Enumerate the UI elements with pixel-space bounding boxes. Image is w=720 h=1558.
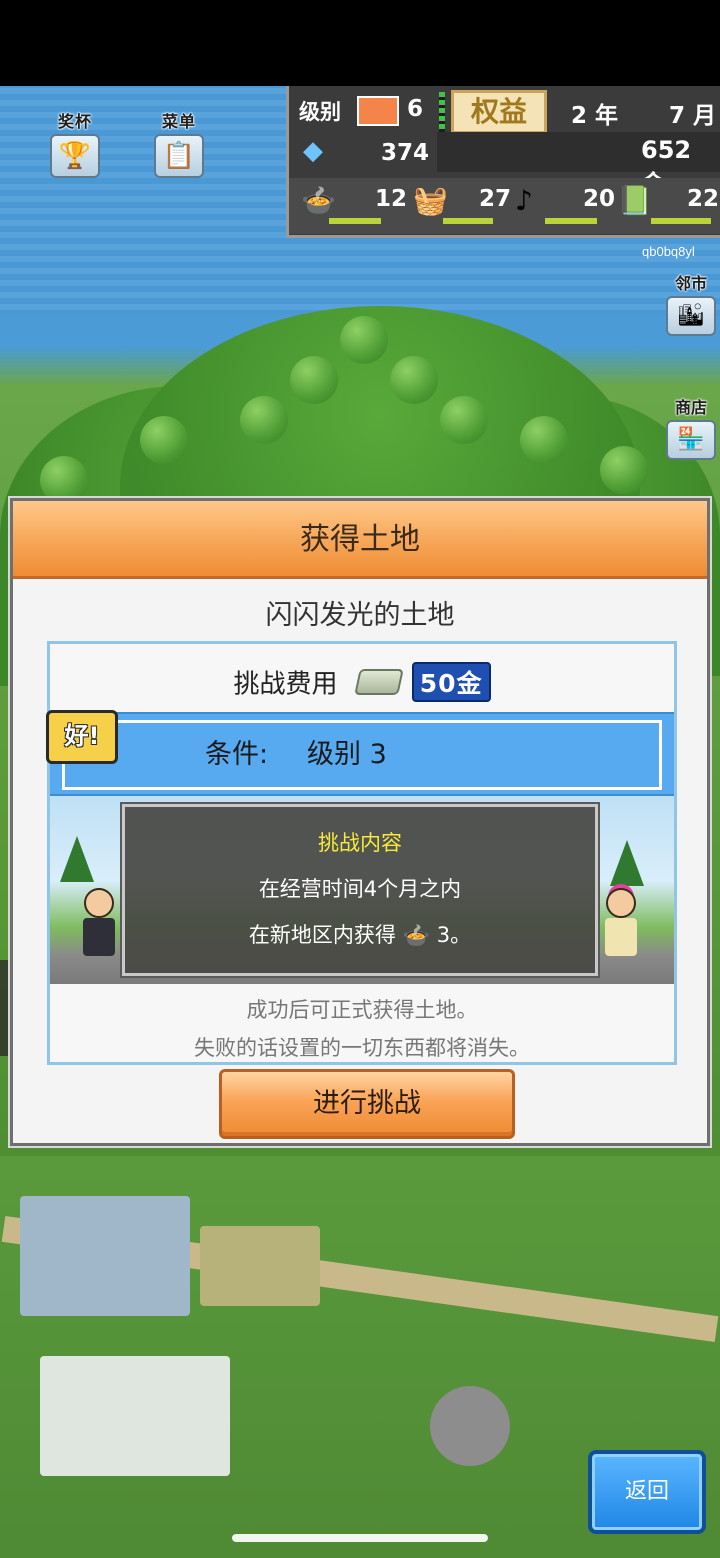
tree [240,396,288,444]
food-icon: 🍲 [402,923,431,949]
challenge-line-2: 在新地区内获得 🍲 3。 [125,919,595,949]
neighbor-city-button[interactable]: 邻市 🏙 [664,270,718,336]
condition-row: 条件: 级别 3 好! [46,710,674,796]
level-value: 6 [407,96,424,122]
staff-character [80,888,118,958]
building [200,1226,320,1306]
month-value: 7 月 [669,103,717,129]
tree [390,356,438,404]
building [20,1196,190,1316]
tree [600,446,648,494]
music-bar [545,218,597,224]
tree [290,356,338,404]
tree [40,456,88,504]
character-body [83,918,115,956]
trophy-icon: 🏆 [50,134,100,178]
challenge-content-panel: 挑战内容 在经营时间4个月之内 在新地区内获得 🍲 3。 [122,804,598,976]
condition-label: 条件: [205,739,269,770]
back-button[interactable]: 返回 [588,1450,706,1534]
tree [140,416,188,464]
music-icon: ♪ [515,184,533,217]
rock [430,1386,510,1466]
tree [340,316,388,364]
menu-label: 菜单 [161,112,196,131]
trophy-button[interactable]: 奖杯 🏆 [46,108,104,178]
girl-character [602,888,640,958]
menu-button[interactable]: 菜单 📋 [150,108,208,178]
year-value: 2 年 [571,103,619,129]
condition-box: 条件: 级别 3 [62,720,662,790]
notepad-icon: 📋 [154,134,204,178]
building [40,1356,230,1476]
shop-label: 商店 [674,398,707,417]
food-icon: 🍲 [301,184,336,217]
trophy-label: 奖杯 [57,112,92,131]
tree [440,396,488,444]
challenge-line-2-prefix: 在新地区内获得 [248,923,396,947]
level-progress-dots [439,92,445,132]
challenge-line-1: 在经营时间4个月之内 [258,877,462,901]
ok-badge: 好! [46,710,118,764]
status-bar [0,0,720,86]
rights-button[interactable]: 权益 [451,90,547,134]
music-value: 20 [583,186,616,212]
player-code: qb0bq8yl [642,244,695,259]
fee-row: 挑战费用 50金 [50,662,674,702]
shop-icon: 🏪 [666,420,716,460]
goods-value: 27 [479,186,512,212]
success-note: 成功后可正式获得土地。 [246,998,478,1022]
book-value: 22 [687,186,720,212]
level-bar [357,96,399,126]
gem-count: 374 [381,140,430,166]
challenge-title: 挑战内容 [318,831,402,855]
challenge-card: 挑战费用 50金 条件: 级别 3 好! 挑战内容 在经营时间4个月之内 在新地… [46,641,677,1065]
fee-value: 50金 [411,662,491,702]
dialog-title: 获得土地 [13,501,707,579]
failure-note: 失败的话设置的一切东西都将消失。 [194,1036,530,1060]
tree [60,836,94,882]
character-head [606,888,636,918]
neighbor-city-label: 邻市 [674,274,707,293]
start-challenge-button[interactable]: 进行挑战 [219,1069,515,1139]
tree [520,416,568,464]
tree [610,840,644,886]
challenge-line-2-suffix: 3。 [436,923,472,947]
character-body [605,918,637,956]
diamond-icon: ◆ [303,136,323,166]
fee-label: 挑战费用 [233,669,338,700]
food-value: 12 [375,186,408,212]
goods-bar [443,218,493,224]
level-label: 级别 [299,100,341,124]
city-exchange-icon: 🏙 [666,296,716,336]
book-icon: 📗 [617,184,652,217]
character-head [84,888,114,918]
dialog-subtitle: 闪闪发光的土地 [265,600,455,631]
food-bar [329,218,381,224]
scene-illustration: 挑战内容 在经营时间4个月之内 在新地区内获得 🍲 3。 [50,796,674,984]
acquire-land-dialog: 获得土地 闪闪发光的土地 挑战费用 50金 条件: 级别 3 好! 挑战内容 在… [10,498,710,1146]
condition-value: 级别 3 [307,739,387,770]
cash-icon [353,669,404,695]
home-indicator[interactable] [232,1534,488,1542]
shop-button[interactable]: 商店 🏪 [664,394,718,460]
book-bar [651,218,711,224]
status-hud: 级别 6 权益 2 年 7 月 ◆ 374 652 金 🍲 12 🧺 27 ♪ … [286,86,720,238]
goods-icon: 🧺 [413,184,448,217]
